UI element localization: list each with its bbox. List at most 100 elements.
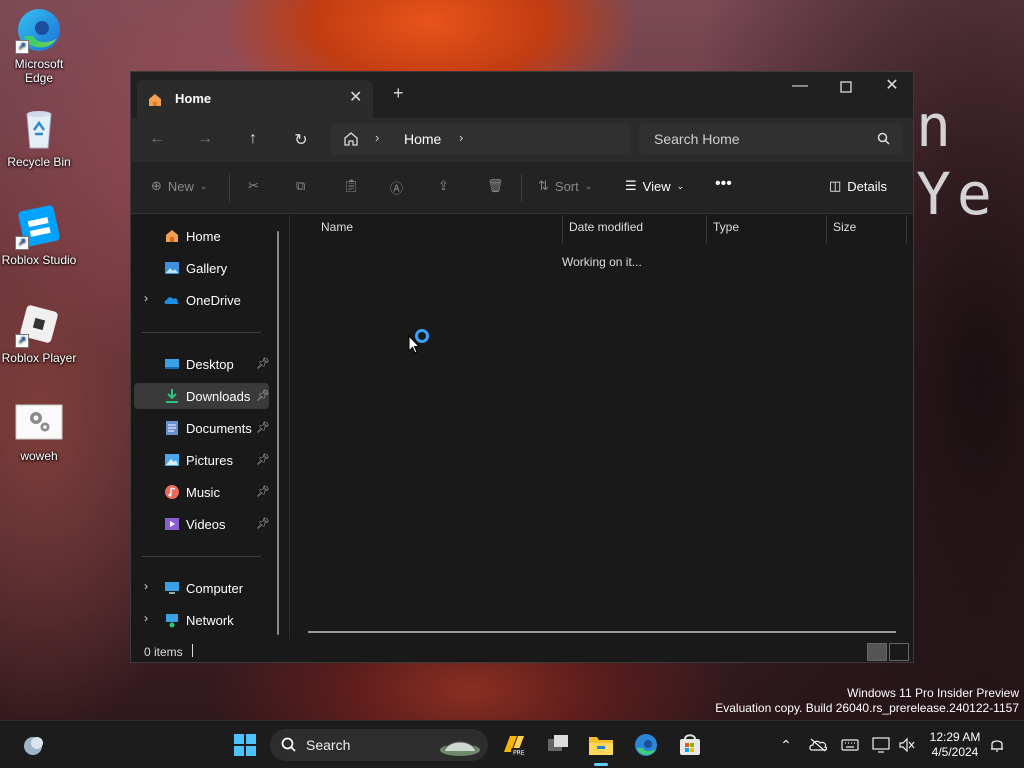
sidebar-item-label: Computer [186, 581, 244, 596]
details-pane-icon: ◫ [829, 178, 842, 193]
up-arrow-icon[interactable]: ↑ [241, 130, 265, 150]
search-highlight-icon [438, 735, 482, 760]
notification-bell-icon[interactable] [987, 735, 1007, 755]
view-button[interactable]: ☰ View ⌄ [625, 178, 684, 194]
sidebar-item-gallery[interactable]: Gallery [134, 255, 269, 281]
downloads-icon [164, 388, 180, 404]
status-bar: 0 items [131, 640, 913, 664]
sidebar-scrollbar[interactable] [277, 231, 279, 635]
command-bar: ⊕ New ⌄ ✂ ⧉ 📋︎ Ⓐ ⇪ 🗑︎ ⇅ Sort ⌄ ☰ View ⌄ … [131, 162, 913, 214]
home-icon [147, 92, 163, 108]
close-window-icon[interactable]: ✕ [869, 72, 915, 102]
loading-status: Working on it... [562, 255, 642, 269]
desktop-icon-woweh[interactable]: woweh [1, 398, 77, 463]
sidebar-item-network[interactable]: › Network [134, 607, 269, 633]
system-clock[interactable]: 12:29 AM 4/5/2024 [920, 730, 990, 760]
sidebar-item-label: Music [186, 485, 220, 500]
refresh-icon[interactable]: ↻ [289, 130, 313, 150]
recycle-bin-icon [15, 104, 63, 152]
title-bar[interactable]: Home ✕ + — ✕ [131, 72, 913, 118]
sidebar-item-onedrive[interactable]: › OneDrive [134, 287, 269, 313]
chevron-right-icon[interactable]: › [144, 579, 148, 593]
display-icon[interactable] [871, 735, 891, 755]
sidebar-item-computer[interactable]: › Computer [134, 575, 269, 601]
weather-widget-icon[interactable] [18, 730, 48, 760]
sidebar-item-documents[interactable]: Documents 📌︎ [134, 415, 270, 441]
pin-icon[interactable]: 📌︎ [256, 421, 270, 434]
network-icon [164, 612, 180, 628]
chevron-down-icon: ⌄ [584, 180, 593, 191]
chevron-right-icon[interactable]: › [459, 130, 463, 145]
sidebar-item-music[interactable]: Music 📌︎ [134, 479, 270, 505]
desktop-icon-microsoft-edge[interactable]: ↗ Microsoft Edge [1, 6, 77, 85]
tab-home[interactable]: Home ✕ [137, 80, 373, 118]
copy-icon[interactable]: ⧉ [296, 178, 305, 194]
sidebar-item-label: Desktop [186, 357, 234, 372]
sidebar-item-videos[interactable]: Videos 📌︎ [134, 511, 270, 537]
view-list-icon: ☰ [625, 178, 637, 193]
microsoft-store-icon[interactable] [675, 730, 705, 760]
desktop-icon-roblox-player[interactable]: ↗ Roblox Player [1, 300, 77, 365]
paste-icon[interactable]: 📋︎ [343, 178, 360, 194]
file-explorer-taskbar-icon[interactable] [586, 730, 616, 760]
column-header-size[interactable]: Size [827, 215, 907, 243]
close-tab-icon[interactable]: ✕ [349, 87, 367, 107]
breadcrumb-home[interactable]: Home [404, 131, 441, 147]
chevron-right-icon[interactable]: › [375, 130, 379, 145]
pin-icon[interactable]: 📌︎ [256, 357, 270, 370]
details-view-icon[interactable] [867, 643, 887, 661]
sidebar-item-home[interactable]: Home [134, 223, 269, 249]
new-label: New [167, 178, 194, 194]
wallpaper-text: n Ye [916, 92, 998, 228]
chevron-right-icon[interactable]: › [144, 291, 148, 305]
more-options-icon[interactable]: ••• [715, 175, 732, 193]
onedrive-offline-icon[interactable] [808, 735, 828, 755]
chevron-up-icon[interactable]: ⌃ [776, 735, 796, 755]
desktop-icon-recycle-bin[interactable]: Recycle Bin [1, 104, 77, 169]
large-icons-view-icon[interactable] [889, 643, 909, 661]
toolbar-divider [229, 174, 230, 202]
keyboard-icon[interactable] [840, 735, 860, 755]
edge-taskbar-icon[interactable] [631, 730, 661, 760]
desktop-icon-roblox-studio[interactable]: ↗ Roblox Studio [1, 202, 77, 267]
horizontal-scrollbar[interactable] [308, 631, 896, 633]
cut-icon[interactable]: ✂ [248, 178, 259, 194]
sort-button[interactable]: ⇅ Sort ⌄ [538, 178, 592, 194]
column-header-date-modified[interactable]: Date modified [563, 215, 707, 243]
taskbar-search-box[interactable]: Search [270, 729, 488, 761]
new-tab-icon[interactable]: + [393, 83, 404, 104]
edge-icon: ↗ [15, 6, 63, 54]
chevron-down-icon: ⌄ [676, 180, 685, 191]
forward-arrow-icon[interactable]: → [193, 130, 217, 150]
address-bar[interactable]: › Home › [331, 123, 631, 155]
back-arrow-icon[interactable]: ← [145, 130, 169, 150]
chevron-right-icon[interactable]: › [144, 611, 148, 625]
column-header-name[interactable]: Name [315, 215, 563, 243]
sidebar-item-desktop[interactable]: Desktop 📌︎ [134, 351, 270, 377]
start-icon[interactable] [230, 730, 260, 760]
search-box[interactable]: Search Home [639, 123, 903, 155]
minimize-icon[interactable]: — [777, 72, 823, 102]
onedrive-icon [164, 292, 180, 308]
column-header-type[interactable]: Type [707, 215, 827, 243]
pin-icon[interactable]: 📌︎ [256, 453, 270, 466]
maximize-icon[interactable] [823, 72, 869, 102]
share-icon[interactable]: ⇪ [438, 178, 449, 194]
pin-icon[interactable]: 📌︎ [256, 517, 270, 530]
pin-icon[interactable]: 📌︎ [256, 485, 270, 498]
details-button[interactable]: ◫ Details [829, 178, 887, 194]
status-separator [192, 644, 193, 657]
rename-icon[interactable]: Ⓐ [390, 178, 403, 197]
file-list: Name Date modified Type Size Working on … [289, 215, 913, 639]
sidebar-item-downloads[interactable]: Downloads 📌︎ [134, 383, 270, 409]
volume-muted-icon[interactable] [897, 735, 917, 755]
delete-icon[interactable]: 🗑︎ [487, 178, 504, 194]
new-button[interactable]: ⊕ New ⌄ [151, 178, 207, 194]
sidebar-item-pictures[interactable]: Pictures 📌︎ [134, 447, 270, 473]
sidebar-item-label: Gallery [186, 261, 228, 276]
pin-icon[interactable]: 📌︎ [256, 389, 270, 402]
task-view-icon[interactable] [543, 730, 573, 760]
home-icon[interactable] [343, 131, 359, 147]
copilot-pre-icon[interactable]: PRE [499, 730, 529, 760]
desktop-icon-label: Recycle Bin [7, 155, 71, 169]
